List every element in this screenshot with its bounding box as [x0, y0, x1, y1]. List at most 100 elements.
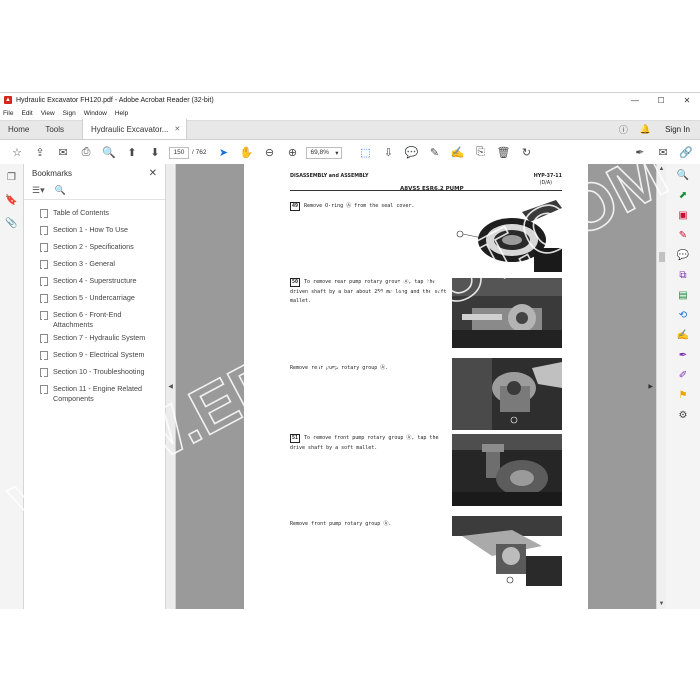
minimize-button[interactable]: —: [622, 96, 648, 105]
help-icon[interactable]: ⓘ: [619, 123, 628, 136]
bookmark-label: Section 5 - Undercarriage: [53, 293, 135, 302]
bookmark-label: Table of Contents: [53, 208, 109, 217]
edit-pdf-icon[interactable]: ✎: [679, 230, 687, 241]
photo-tap-drive-shaft: [452, 434, 562, 506]
step-50: 50 To remove rear pump rotary group Ⓐ, ta…: [290, 278, 450, 307]
star-icon[interactable]: ☆: [8, 144, 26, 162]
notifications-bell-icon[interactable]: 🔔: [640, 124, 651, 135]
bookmark-item[interactable]: Section 1 - How To Use: [24, 223, 165, 240]
step-text: Remove O-ring Ⓐ from the seal cover.: [304, 203, 415, 209]
bookmark-label: Section 1 - How To Use: [53, 225, 128, 234]
menu-file[interactable]: File: [3, 110, 13, 117]
zoom-out-icon[interactable]: ⊖: [260, 144, 278, 162]
page-section-title: A8VS5 ESR6.2 PUMP: [400, 186, 464, 192]
menu-window[interactable]: Window: [84, 110, 107, 117]
sign-in-link[interactable]: Sign In: [665, 125, 690, 134]
step-number: 50: [290, 278, 301, 287]
delete-icon[interactable]: 🗑: [494, 144, 512, 162]
bookmark-icon: [40, 260, 50, 269]
scrollbar-thumb[interactable]: [658, 252, 665, 262]
next-page-icon[interactable]: ⬇: [146, 144, 164, 162]
send-for-signature-icon[interactable]: ✐: [679, 370, 687, 381]
attachments-icon[interactable]: 📎: [5, 218, 17, 229]
hand-tool-icon[interactable]: ✋: [237, 144, 255, 162]
rotate-icon[interactable]: ↻: [517, 144, 535, 162]
fit-page-icon[interactable]: ⬚: [356, 144, 374, 162]
tab-document[interactable]: Hydraulic Excavator... ✕: [82, 119, 188, 139]
tab-home[interactable]: Home: [0, 119, 37, 139]
bookmark-item[interactable]: Section 11 - Engine Related Components: [24, 382, 165, 405]
collapse-panel-icon[interactable]: ◀: [168, 383, 173, 390]
more-tools-icon[interactable]: ⚙: [679, 410, 688, 421]
share-icon[interactable]: ✉: [54, 144, 72, 162]
bookmark-item[interactable]: Section 5 - Undercarriage: [24, 291, 165, 308]
step-text: Remove front pump rotary group Ⓐ.: [290, 521, 392, 527]
bookmark-item[interactable]: Section 9 - Electrical System: [24, 348, 165, 365]
page-thumbnails-icon[interactable]: ❐: [7, 172, 16, 183]
bookmark-item[interactable]: Section 10 - Troubleshooting: [24, 365, 165, 382]
previous-page-icon[interactable]: ⬆: [123, 144, 141, 162]
bookmark-item[interactable]: Section 4 - Superstructure: [24, 274, 165, 291]
organize-pages-icon[interactable]: ▤: [678, 290, 687, 301]
scan-icon[interactable]: ⟲: [679, 310, 687, 321]
tab-bar: Home Tools Hydraulic Excavator... ✕ ⓘ 🔔 …: [0, 119, 700, 140]
print-icon[interactable]: ⎙: [77, 144, 95, 162]
bookmark-item[interactable]: Section 7 - Hydraulic System: [24, 331, 165, 348]
create-pdf-icon[interactable]: ▣: [678, 210, 687, 221]
vertical-scrollbar[interactable]: ▲ ▼: [656, 164, 666, 609]
menu-edit[interactable]: Edit: [21, 110, 32, 117]
close-tab-icon[interactable]: ✕: [174, 125, 180, 133]
title-bar: ▲ Hydraulic Excavator FH120.pdf - Adobe …: [0, 93, 700, 107]
upload-icon[interactable]: ⇪: [31, 144, 49, 162]
close-panel-icon[interactable]: ✕: [149, 168, 157, 179]
bookmark-item[interactable]: Table of Contents: [24, 206, 165, 223]
bookmark-item[interactable]: Section 2 - Specifications: [24, 240, 165, 257]
bookmark-item[interactable]: Section 3 - General: [24, 257, 165, 274]
combine-files-icon[interactable]: ⧉: [679, 270, 686, 281]
fill-sign-icon[interactable]: ✒: [631, 144, 649, 162]
export-pdf-icon[interactable]: ⬈: [679, 190, 687, 201]
close-window-button[interactable]: ✕: [674, 96, 700, 105]
scroll-up-icon[interactable]: ▲: [659, 166, 665, 172]
menu-sign[interactable]: Sign: [63, 110, 76, 117]
sign-icon[interactable]: ✍: [448, 144, 466, 162]
bookmark-item[interactable]: Section 6 - Front-End Attachments: [24, 308, 165, 331]
comment-tool-icon[interactable]: 💬: [677, 250, 689, 261]
bookmarks-header: Bookmarks ✕: [24, 164, 165, 182]
step-text: To remove front pump rotary group Ⓐ, tap…: [290, 435, 439, 451]
expand-right-panel-icon[interactable]: ▶: [648, 383, 653, 390]
menu-view[interactable]: View: [41, 110, 55, 117]
zoom-in-icon[interactable]: ⊕: [283, 144, 301, 162]
bookmark-icon: [40, 368, 50, 377]
search-icon[interactable]: 🔍: [100, 144, 118, 162]
step-51: 51 To remove front pump rotary group Ⓐ, t…: [290, 434, 450, 453]
bookmark-icon: [40, 311, 50, 320]
zoom-level-select[interactable]: 69,8% ▾: [306, 146, 343, 159]
maximize-button[interactable]: ☐: [648, 96, 674, 105]
scroll-down-icon[interactable]: ▼: [659, 601, 665, 607]
bookmark-list: Table of Contents Section 1 - How To Use…: [24, 200, 165, 405]
comment-icon[interactable]: 💬: [402, 144, 420, 162]
stamp-icon[interactable]: ⎘: [471, 144, 489, 162]
highlight-icon[interactable]: ✎: [425, 144, 443, 162]
page-number-input[interactable]: 150: [169, 146, 189, 159]
bookmark-options-icon[interactable]: ☰▾: [32, 185, 45, 196]
find-bookmark-icon[interactable]: 🔍: [55, 185, 66, 196]
email-icon[interactable]: ✉: [654, 144, 672, 162]
select-cursor-icon[interactable]: ➤: [214, 144, 232, 162]
bookmark-label: Section 9 - Electrical System: [53, 350, 145, 359]
bookmark-icon: [40, 277, 50, 286]
bookmarks-title: Bookmarks: [32, 168, 73, 178]
scroll-mode-icon[interactable]: ⇩: [379, 144, 397, 162]
link-icon[interactable]: 🔗: [677, 144, 695, 162]
protect-icon[interactable]: ✍: [677, 330, 689, 341]
fill-sign-tool-icon[interactable]: ✒: [679, 350, 687, 361]
window-controls: — ☐ ✕: [622, 96, 700, 105]
tab-tools[interactable]: Tools: [37, 119, 72, 139]
zoom-level-value: 69,8%: [310, 149, 329, 156]
menu-help[interactable]: Help: [115, 110, 128, 117]
panel-splitter[interactable]: ◀: [166, 164, 176, 609]
zoom-search-icon[interactable]: 🔍: [677, 170, 689, 181]
send-track-icon[interactable]: ⚑: [679, 390, 688, 401]
bookmarks-icon[interactable]: 🔖: [5, 195, 17, 206]
